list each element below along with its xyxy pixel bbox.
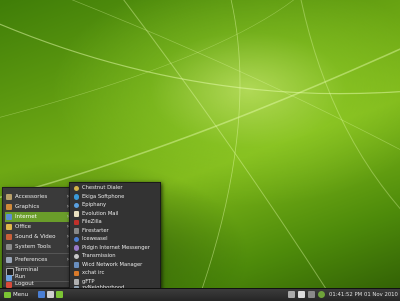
submenu-item-label: Epiphany [82,202,107,208]
menu-separator [6,253,70,254]
submenu-item-iceweasel[interactable]: Iceweasel [72,235,158,244]
sound-video-icon [6,234,12,240]
menu-item-label: Run [15,274,26,280]
menu-item-accessories[interactable]: Accessories › [5,192,71,202]
submenu-item-label: Chestnut Dialer [82,185,123,191]
submenu-item-epiphany[interactable]: Epiphany [72,201,158,210]
run-icon [6,274,12,281]
menu-button-label: Menu [13,292,29,298]
network-manager-icon [73,262,79,268]
network-icon[interactable] [288,291,295,298]
filezilla-icon [73,219,79,225]
xchat-icon [73,270,79,276]
submenu-item-label: Evolution Mail [82,210,119,217]
menu-item-label: System Tools [15,244,51,250]
terminal-launcher-icon[interactable] [56,291,63,298]
menu-item-run[interactable]: Run [5,274,71,281]
submenu-item-label: Ekiga Softphone [82,193,125,200]
menu-item-label: Accessories [15,194,48,200]
taskbar: Menu 01:41:52 PM 01 Nov 2010 [0,288,400,301]
submenu-item-label: Wicd Network Manager [82,261,143,268]
menu-item-label: Graphics [15,204,40,210]
dialer-icon [73,185,79,191]
epiphany-icon [73,202,79,208]
menu-item-label: Internet [15,214,37,220]
menu-logo-icon [4,292,11,298]
menu-item-preferences[interactable]: Preferences › [5,255,71,265]
submenu-item-chestnut-dialer[interactable]: Chestnut Dialer [72,184,158,193]
submenu-item-evolution-mail[interactable]: Evolution Mail [72,210,158,219]
menu-item-system-tools[interactable]: System Tools › [5,242,71,252]
submenu-item-transmission[interactable]: Transmission [72,252,158,261]
menu-item-label: Terminal [15,267,39,273]
system-tools-icon [6,244,12,250]
main-menu: Accessories › Graphics › Internet › Offi… [2,187,74,288]
submenu-item-xchat[interactable]: xchat irc [72,269,158,278]
battery-icon[interactable] [308,291,315,298]
iceweasel-icon [73,236,79,242]
office-icon [6,224,12,230]
internet-icon [6,214,12,220]
internet-submenu: Chestnut Dialer Ekiga Softphone Epiphany… [69,182,161,292]
file-manager-icon[interactable] [47,291,54,298]
submenu-item-label: Iceweasel [82,236,108,242]
submenu-item-label: FileZilla [82,219,102,225]
logout-icon [6,281,12,288]
submenu-item-label: Pidgin Internet Messenger [82,244,150,251]
preferences-icon [6,257,12,263]
menu-item-label: Office [15,224,32,230]
submenu-item-wicd[interactable]: Wicd Network Manager [72,261,158,270]
submenu-item-label: Transmission [82,253,116,259]
menu-item-label: Logout [15,281,34,287]
menu-item-terminal[interactable]: Terminal [5,267,71,276]
softphone-icon [73,194,79,200]
submenu-item-label: Firestarter [82,227,109,234]
menu-item-sound-video[interactable]: Sound & Video › [5,232,71,242]
menu-item-label: Preferences [15,257,48,263]
submenu-item-label: xchat irc [82,270,105,276]
clock-time[interactable]: 01:41:52 PM [329,290,362,300]
submenu-item-firestarter[interactable]: Firestarter [72,227,158,236]
transmission-icon [73,253,79,259]
mail-icon [73,211,79,217]
show-desktop-icon[interactable] [38,291,45,298]
pidgin-icon [73,245,79,251]
update-shield-icon[interactable] [318,291,325,298]
submenu-item-filezilla[interactable]: FileZilla [72,218,158,227]
menu-item-logout[interactable]: Logout [5,281,71,288]
menu-item-internet[interactable]: Internet › [5,212,71,222]
accessories-icon [6,194,12,200]
menu-button[interactable]: Menu [2,290,38,300]
menu-item-office[interactable]: Office › [5,222,71,232]
graphics-icon [6,204,12,210]
clock-date[interactable]: 01 Nov 2010 [364,290,398,300]
firestarter-icon [73,228,79,234]
submenu-item-ekiga[interactable]: Ekiga Softphone [72,193,158,202]
submenu-item-pidgin[interactable]: Pidgin Internet Messenger [72,244,158,253]
menu-item-label: Sound & Video [15,234,56,240]
menu-item-graphics[interactable]: Graphics › [5,202,71,212]
volume-icon[interactable] [298,291,305,298]
